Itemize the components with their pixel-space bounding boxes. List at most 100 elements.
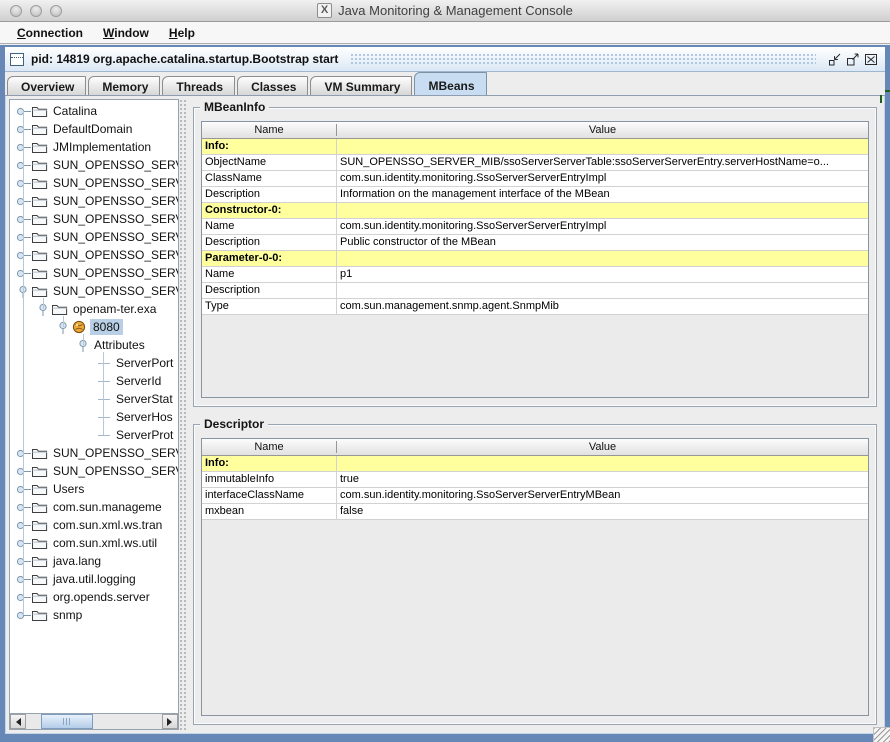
- table-row[interactable]: DescriptionInformation on the management…: [202, 187, 868, 203]
- tree-node-jmimplementation-2[interactable]: JMImplementation: [10, 138, 178, 156]
- tree-node-java-util-logging-26[interactable]: java.util.logging: [10, 570, 178, 588]
- tree-node-com-sun-xml-ws-util-24[interactable]: com.sun.xml.ws.util: [10, 534, 178, 552]
- tree-node-sun-opensso-serv-9[interactable]: SUN_OPENSSO_SERV: [10, 264, 178, 282]
- tree-node-sun-opensso-serv-4[interactable]: SUN_OPENSSO_SERV: [10, 174, 178, 192]
- tree-node-attributes-13[interactable]: Attributes: [10, 336, 178, 354]
- tree-node-defaultdomain-1[interactable]: DefaultDomain: [10, 120, 178, 138]
- internal-frame-titlebar[interactable]: pid: 14819 org.apache.catalina.startup.B…: [5, 47, 885, 72]
- cell-value: Public constructor of the MBean: [337, 235, 868, 250]
- tab-mbeans[interactable]: MBeans: [414, 72, 486, 95]
- scroll-right-button[interactable]: [162, 714, 178, 729]
- table-row[interactable]: Namecom.sun.identity.monitoring.SsoServe…: [202, 219, 868, 235]
- tree-node-serverstat-16[interactable]: ServerStat: [10, 390, 178, 408]
- table-row[interactable]: Info:: [202, 139, 868, 155]
- maximize-frame-button[interactable]: [844, 51, 862, 68]
- tree-node-sun-opensso-serv-8[interactable]: SUN_OPENSSO_SERV: [10, 246, 178, 264]
- table-row[interactable]: immutableInfotrue: [202, 472, 868, 488]
- table-row[interactable]: DescriptionPublic constructor of the MBe…: [202, 235, 868, 251]
- close-window-icon[interactable]: [10, 5, 22, 17]
- cell-value: [337, 139, 868, 154]
- tree-node-com-sun-xml-ws-tran-23[interactable]: com.sun.xml.ws.tran: [10, 516, 178, 534]
- table-row[interactable]: Namep1: [202, 267, 868, 283]
- tree-node-com-sun-manageme-22[interactable]: com.sun.manageme: [10, 498, 178, 516]
- tab-overview[interactable]: Overview: [7, 76, 86, 95]
- menu-help[interactable]: Help: [160, 24, 204, 42]
- column-header-value[interactable]: Value: [337, 441, 868, 453]
- table-row[interactable]: Info:: [202, 456, 868, 472]
- table-row[interactable]: Typecom.sun.management.snmp.agent.SnmpMi…: [202, 299, 868, 315]
- mac-titlebar: X Java Monitoring & Management Console: [0, 0, 890, 22]
- column-header-name[interactable]: Name: [202, 124, 337, 136]
- zoom-window-icon[interactable]: [50, 5, 62, 17]
- menu-window[interactable]: Window: [94, 24, 158, 42]
- tab-classes[interactable]: Classes: [237, 76, 308, 95]
- cell-name: Type: [202, 299, 337, 314]
- tree-node-8080-12[interactable]: 8080: [10, 318, 178, 336]
- tree-node-serverhos-17[interactable]: ServerHos: [10, 408, 178, 426]
- window-title: Java Monitoring & Management Console: [338, 3, 573, 18]
- scrollbar-thumb[interactable]: [41, 714, 93, 729]
- tree-node-sun-opensso-serv-3[interactable]: SUN_OPENSSO_SERV: [10, 156, 178, 174]
- cell-name: ClassName: [202, 171, 337, 186]
- tree-node-label: Attributes: [91, 337, 148, 353]
- cell-name: Info:: [202, 139, 337, 154]
- tree-node-serverprot-18[interactable]: ServerProt: [10, 426, 178, 444]
- table-row[interactable]: interfaceClassNamecom.sun.identity.monit…: [202, 488, 868, 504]
- menu-help-label: elp: [178, 26, 195, 40]
- tree-node-catalina-0[interactable]: Catalina: [10, 102, 178, 120]
- tree-node-serverport-14[interactable]: ServerPort: [10, 354, 178, 372]
- column-header-value[interactable]: Value: [337, 124, 868, 136]
- folder-icon: [31, 248, 50, 262]
- tree-node-snmp-28[interactable]: snmp: [10, 606, 178, 624]
- cell-value: com.sun.identity.monitoring.SsoServerSer…: [337, 219, 868, 234]
- iconify-frame-button[interactable]: [826, 51, 844, 68]
- tree-node-sun-opensso-serv-6[interactable]: SUN_OPENSSO_SERV: [10, 210, 178, 228]
- tree-node-sun-opensso-serv-7[interactable]: SUN_OPENSSO_SERV: [10, 228, 178, 246]
- tree-node-sun-opensso-serv-20[interactable]: SUN_OPENSSO_SERV: [10, 462, 178, 480]
- scroll-left-button[interactable]: [10, 714, 26, 729]
- tree-node-serverid-15[interactable]: ServerId: [10, 372, 178, 390]
- minimize-window-icon[interactable]: [30, 5, 42, 17]
- cell-name: immutableInfo: [202, 472, 337, 487]
- menu-connection-mnemonic: C: [17, 26, 26, 40]
- tab-memory[interactable]: Memory: [88, 76, 160, 95]
- cell-value: [337, 251, 868, 266]
- column-header-name[interactable]: Name: [202, 441, 337, 453]
- tree-node-sun-opensso-serv-19[interactable]: SUN_OPENSSO_SERV: [10, 444, 178, 462]
- tree-node-org-opends-server-27[interactable]: org.opends.server: [10, 588, 178, 606]
- folder-icon: [31, 464, 50, 478]
- mbeaninfo-groupbox: MBeanInfo Name Value Info:ObjectNameSUN_…: [193, 107, 877, 407]
- table-row[interactable]: Description: [202, 283, 868, 299]
- splitpane-divider[interactable]: [179, 99, 188, 730]
- tree-node-label: com.sun.xml.ws.util: [50, 535, 160, 551]
- menu-connection[interactable]: Connection: [8, 24, 92, 42]
- tree-node-java-lang-25[interactable]: java.lang: [10, 552, 178, 570]
- mbean-tree-panel: CatalinaDefaultDomainJMImplementationSUN…: [9, 99, 179, 730]
- mbeaninfo-table-body: Info:ObjectNameSUN_OPENSSO_SERVER_MIB/ss…: [202, 139, 868, 315]
- folder-icon: [31, 194, 50, 208]
- close-frame-button[interactable]: [862, 51, 880, 68]
- tree-node-openam-ter-exa-11[interactable]: openam-ter.exa: [10, 300, 178, 318]
- menu-help-mnemonic: H: [169, 26, 178, 40]
- tab-threads[interactable]: Threads: [162, 76, 235, 95]
- tree-node-label: Users: [50, 481, 87, 497]
- folder-icon: [31, 230, 50, 244]
- table-row[interactable]: ObjectNameSUN_OPENSSO_SERVER_MIB/ssoServ…: [202, 155, 868, 171]
- tree-node-sun-opensso-serv-5[interactable]: SUN_OPENSSO_SERV: [10, 192, 178, 210]
- cell-value: [337, 203, 868, 218]
- tree-node-sun-opensso-serv-10[interactable]: SUN_OPENSSO_SERV: [10, 282, 178, 300]
- folder-icon: [31, 266, 50, 280]
- tree-horizontal-scrollbar[interactable]: [10, 713, 178, 729]
- tree-node-users-21[interactable]: Users: [10, 480, 178, 498]
- cell-name: Name: [202, 219, 337, 234]
- table-row[interactable]: ClassNamecom.sun.identity.monitoring.Sso…: [202, 171, 868, 187]
- scrollbar-track[interactable]: [26, 714, 162, 729]
- tree-node-label: com.sun.xml.ws.tran: [50, 517, 165, 533]
- tab-vm-summary[interactable]: VM Summary: [310, 76, 412, 95]
- table-row[interactable]: mxbeanfalse: [202, 504, 868, 520]
- table-row[interactable]: Constructor-0:: [202, 203, 868, 219]
- table-row[interactable]: Parameter-0-0:: [202, 251, 868, 267]
- tree-node-label: org.opends.server: [50, 589, 153, 605]
- resize-grip[interactable]: [873, 727, 890, 742]
- tree-guide-line: [43, 298, 44, 309]
